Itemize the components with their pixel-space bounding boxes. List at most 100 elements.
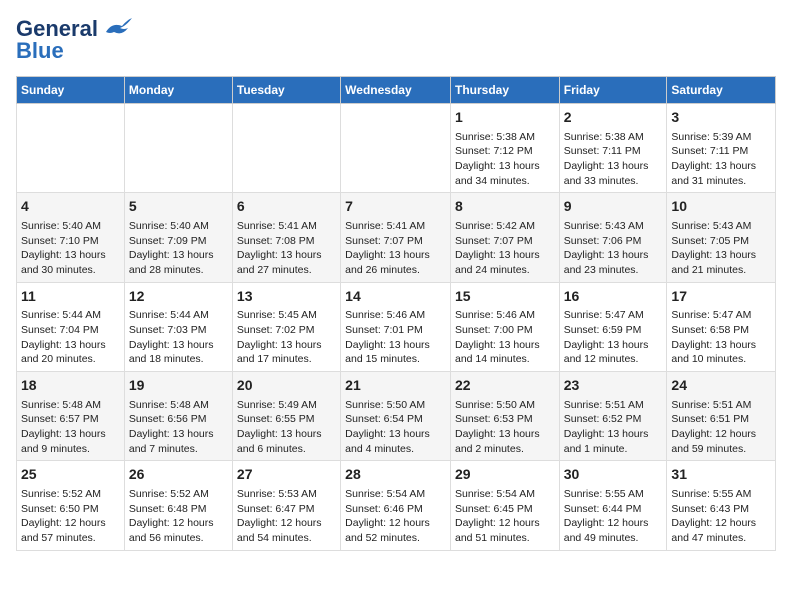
day-number: 29 [455,465,555,485]
day-info: Sunrise: 5:44 AMSunset: 7:03 PMDaylight:… [129,309,214,365]
calendar-cell: 1 Sunrise: 5:38 AMSunset: 7:12 PMDaylight… [450,104,559,193]
day-info: Sunrise: 5:43 AMSunset: 7:05 PMDaylight:… [671,220,756,276]
day-number: 20 [237,376,336,396]
calendar-cell: 27 Sunrise: 5:53 AMSunset: 6:47 PMDayligh… [232,461,340,550]
week-row-1: 1 Sunrise: 5:38 AMSunset: 7:12 PMDaylight… [17,104,776,193]
day-info: Sunrise: 5:47 AMSunset: 6:58 PMDaylight:… [671,309,756,365]
calendar-cell: 15Sunrise: 5:46 AMSunset: 7:00 PMDayligh… [450,282,559,371]
day-info: Sunrise: 5:50 AMSunset: 6:53 PMDaylight:… [455,399,540,455]
calendar-cell: 21 Sunrise: 5:50 AMSunset: 6:54 PMDayligh… [341,372,451,461]
day-info: Sunrise: 5:51 AMSunset: 6:52 PMDaylight:… [564,399,649,455]
header-day-tuesday: Tuesday [232,77,340,104]
calendar-cell: 18 Sunrise: 5:48 AMSunset: 6:57 PMDayligh… [17,372,125,461]
day-number: 28 [345,465,446,485]
calendar-cell: 3 Sunrise: 5:39 AMSunset: 7:11 PMDaylight… [667,104,776,193]
calendar-cell: 11Sunrise: 5:44 AMSunset: 7:04 PMDayligh… [17,282,125,371]
calendar-cell: 24 Sunrise: 5:51 AMSunset: 6:51 PMDayligh… [667,372,776,461]
header-day-monday: Monday [124,77,232,104]
calendar-cell: 16Sunrise: 5:47 AMSunset: 6:59 PMDayligh… [559,282,667,371]
day-info: Sunrise: 5:38 AMSunset: 7:11 PMDaylight:… [564,131,649,187]
calendar-cell: 17Sunrise: 5:47 AMSunset: 6:58 PMDayligh… [667,282,776,371]
calendar-cell: 2 Sunrise: 5:38 AMSunset: 7:11 PMDaylight… [559,104,667,193]
day-info: Sunrise: 5:52 AMSunset: 6:50 PMDaylight:… [21,488,106,544]
day-number: 17 [671,287,771,307]
calendar-cell: 12Sunrise: 5:44 AMSunset: 7:03 PMDayligh… [124,282,232,371]
header-row: SundayMondayTuesdayWednesdayThursdayFrid… [17,77,776,104]
day-info: Sunrise: 5:41 AMSunset: 7:07 PMDaylight:… [345,220,430,276]
day-number: 24 [671,376,771,396]
day-number: 25 [21,465,120,485]
calendar-cell: 5 Sunrise: 5:40 AMSunset: 7:09 PMDaylight… [124,193,232,282]
day-info: Sunrise: 5:40 AMSunset: 7:09 PMDaylight:… [129,220,214,276]
day-info: Sunrise: 5:51 AMSunset: 6:51 PMDaylight:… [671,399,756,455]
calendar-table: SundayMondayTuesdayWednesdayThursdayFrid… [16,76,776,551]
calendar-cell [124,104,232,193]
day-info: Sunrise: 5:44 AMSunset: 7:04 PMDaylight:… [21,309,106,365]
calendar-cell: 4Sunrise: 5:40 AMSunset: 7:10 PMDaylight… [17,193,125,282]
day-number: 13 [237,287,336,307]
day-info: Sunrise: 5:48 AMSunset: 6:57 PMDaylight:… [21,399,106,455]
day-number: 8 [455,197,555,217]
day-number: 31 [671,465,771,485]
calendar-cell: 25 Sunrise: 5:52 AMSunset: 6:50 PMDayligh… [17,461,125,550]
day-number: 23 [564,376,663,396]
day-info: Sunrise: 5:49 AMSunset: 6:55 PMDaylight:… [237,399,322,455]
calendar-cell: 29 Sunrise: 5:54 AMSunset: 6:45 PMDayligh… [450,461,559,550]
day-number: 14 [345,287,446,307]
day-number: 16 [564,287,663,307]
day-number: 26 [129,465,228,485]
calendar-cell [341,104,451,193]
day-number: 21 [345,376,446,396]
calendar-cell: 28Sunrise: 5:54 AMSunset: 6:46 PMDayligh… [341,461,451,550]
day-number: 7 [345,197,446,217]
calendar-cell: 13Sunrise: 5:45 AMSunset: 7:02 PMDayligh… [232,282,340,371]
day-number: 22 [455,376,555,396]
day-number: 19 [129,376,228,396]
calendar-cell [17,104,125,193]
logo: General Blue [16,16,132,64]
day-info: Sunrise: 5:38 AMSunset: 7:12 PMDaylight:… [455,131,540,187]
week-row-5: 25 Sunrise: 5:52 AMSunset: 6:50 PMDayligh… [17,461,776,550]
day-number: 15 [455,287,555,307]
day-number: 1 [455,108,555,128]
day-info: Sunrise: 5:52 AMSunset: 6:48 PMDaylight:… [129,488,214,544]
day-info: Sunrise: 5:41 AMSunset: 7:08 PMDaylight:… [237,220,322,276]
week-row-2: 4Sunrise: 5:40 AMSunset: 7:10 PMDaylight… [17,193,776,282]
day-number: 2 [564,108,663,128]
week-row-4: 18 Sunrise: 5:48 AMSunset: 6:57 PMDayligh… [17,372,776,461]
day-info: Sunrise: 5:50 AMSunset: 6:54 PMDaylight:… [345,399,430,455]
calendar-cell: 30Sunrise: 5:55 AMSunset: 6:44 PMDayligh… [559,461,667,550]
day-number: 27 [237,465,336,485]
calendar-cell: 10 Sunrise: 5:43 AMSunset: 7:05 PMDayligh… [667,193,776,282]
day-number: 3 [671,108,771,128]
calendar-cell: 22 Sunrise: 5:50 AMSunset: 6:53 PMDayligh… [450,372,559,461]
calendar-cell: 7 Sunrise: 5:41 AMSunset: 7:07 PMDaylight… [341,193,451,282]
calendar-cell: 9Sunrise: 5:43 AMSunset: 7:06 PMDaylight… [559,193,667,282]
header-day-thursday: Thursday [450,77,559,104]
calendar-cell [232,104,340,193]
day-info: Sunrise: 5:53 AMSunset: 6:47 PMDaylight:… [237,488,322,544]
day-number: 18 [21,376,120,396]
day-info: Sunrise: 5:43 AMSunset: 7:06 PMDaylight:… [564,220,649,276]
calendar-cell: 6Sunrise: 5:41 AMSunset: 7:08 PMDaylight… [232,193,340,282]
calendar-cell: 26 Sunrise: 5:52 AMSunset: 6:48 PMDayligh… [124,461,232,550]
calendar-cell: 14Sunrise: 5:46 AMSunset: 7:01 PMDayligh… [341,282,451,371]
logo-blue-text: Blue [16,38,64,64]
day-info: Sunrise: 5:46 AMSunset: 7:01 PMDaylight:… [345,309,430,365]
day-info: Sunrise: 5:39 AMSunset: 7:11 PMDaylight:… [671,131,756,187]
day-number: 12 [129,287,228,307]
day-info: Sunrise: 5:47 AMSunset: 6:59 PMDaylight:… [564,309,649,365]
day-info: Sunrise: 5:45 AMSunset: 7:02 PMDaylight:… [237,309,322,365]
day-info: Sunrise: 5:42 AMSunset: 7:07 PMDaylight:… [455,220,540,276]
week-row-3: 11Sunrise: 5:44 AMSunset: 7:04 PMDayligh… [17,282,776,371]
day-info: Sunrise: 5:55 AMSunset: 6:43 PMDaylight:… [671,488,756,544]
calendar-cell: 8 Sunrise: 5:42 AMSunset: 7:07 PMDaylight… [450,193,559,282]
day-number: 10 [671,197,771,217]
calendar-cell: 23 Sunrise: 5:51 AMSunset: 6:52 PMDayligh… [559,372,667,461]
day-number: 30 [564,465,663,485]
header-day-friday: Friday [559,77,667,104]
day-info: Sunrise: 5:48 AMSunset: 6:56 PMDaylight:… [129,399,214,455]
day-info: Sunrise: 5:54 AMSunset: 6:45 PMDaylight:… [455,488,540,544]
day-number: 5 [129,197,228,217]
header-day-sunday: Sunday [17,77,125,104]
